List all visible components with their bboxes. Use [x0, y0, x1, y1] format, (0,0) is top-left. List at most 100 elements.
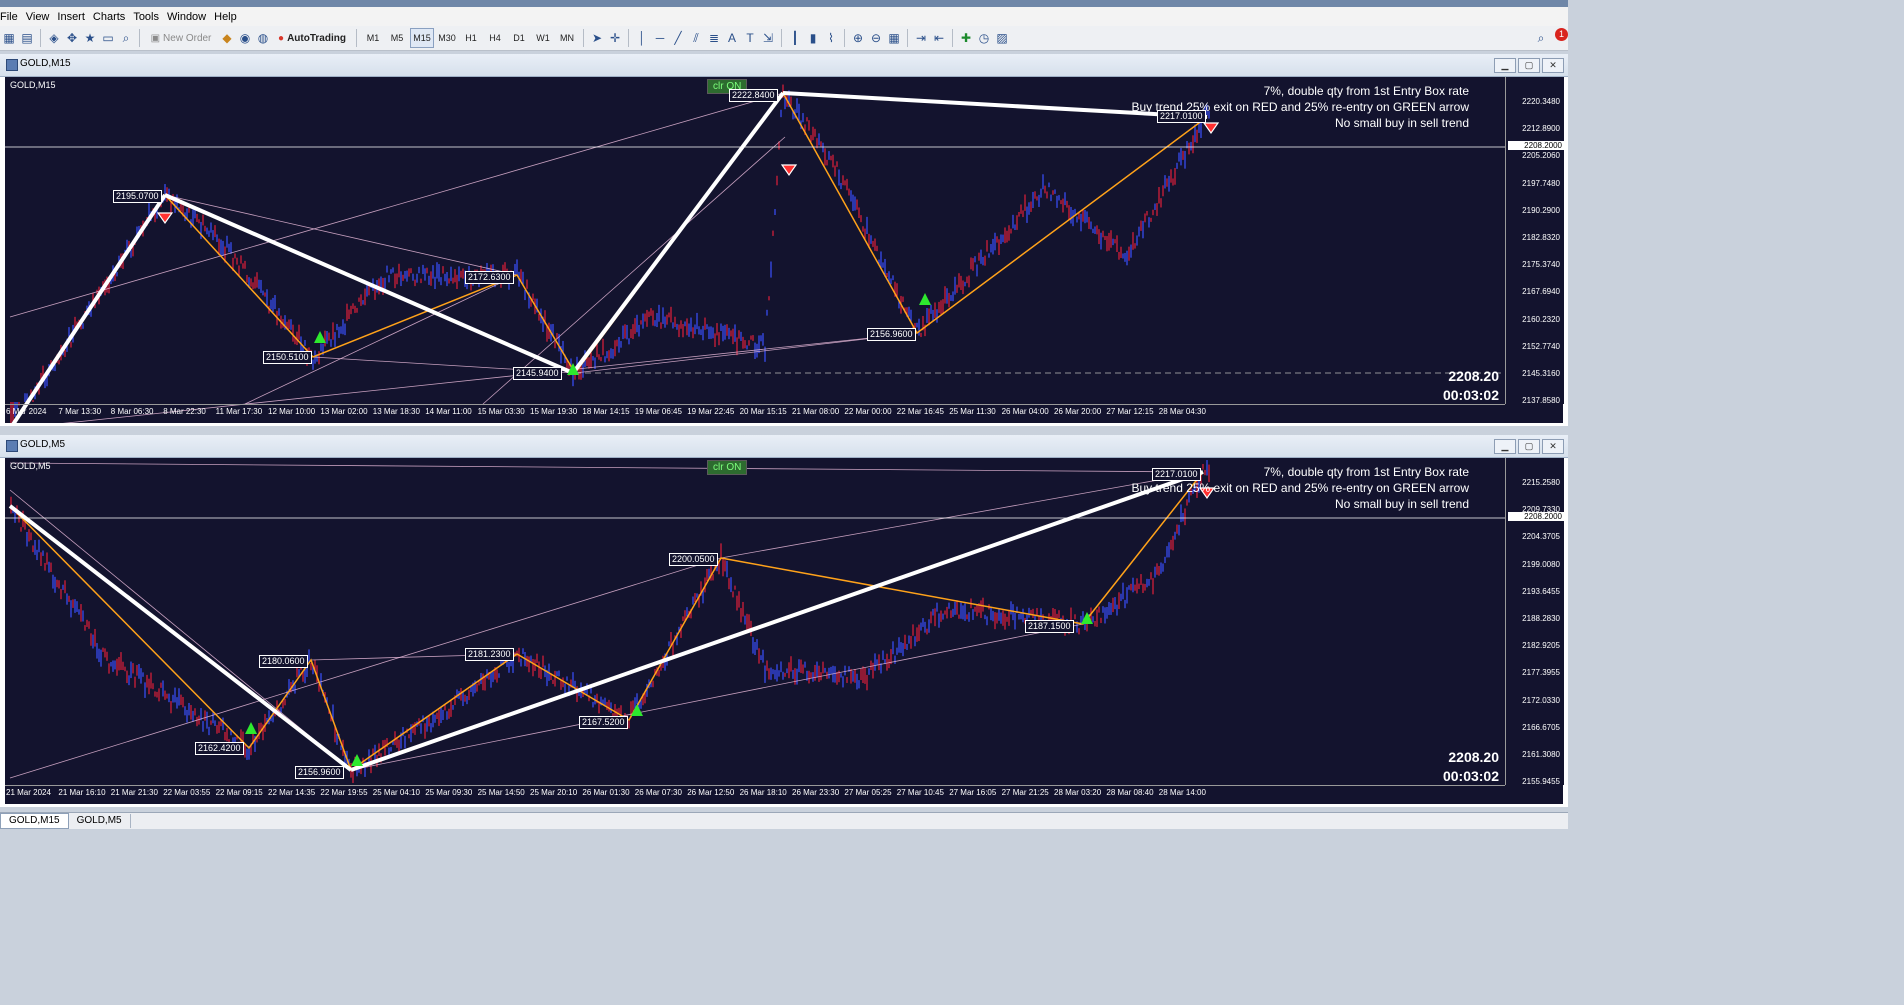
price-chart-m15[interactable]: GOLD,M15 clr ON 7%, double qty from 1st … [5, 77, 1564, 424]
vertical-line-icon[interactable]: │ [633, 29, 651, 47]
bar-chart-icon[interactable]: ┃ [786, 29, 804, 47]
text-label-icon[interactable]: T [741, 29, 759, 47]
minimize-button[interactable]: ▁ [1494, 58, 1516, 73]
trend-line [8, 504, 353, 772]
text-icon[interactable]: A [723, 29, 741, 47]
chart-shift-icon[interactable]: ⇤ [930, 29, 948, 47]
timeframe-m5[interactable]: M5 [386, 29, 408, 47]
market-watch-icon[interactable]: ◈ [45, 29, 63, 47]
buy-arrow [351, 754, 363, 766]
crosshair-icon[interactable]: ✛ [606, 29, 624, 47]
menu-window[interactable]: Window [167, 11, 214, 23]
tile-windows-icon[interactable]: ▦ [885, 29, 903, 47]
horizontal-line-icon[interactable]: ─ [651, 29, 669, 47]
price-tick-label: 2212.8900 [1522, 124, 1560, 134]
indicators-icon[interactable]: ✚ [957, 29, 975, 47]
time-axis[interactable]: 6 Mar 2024 7 Mar 13:30 8 Mar 06:30 8 Mar 22… [5, 404, 1505, 424]
swing-price-label: 2156.9600 [867, 328, 916, 341]
menu-insert[interactable]: Insert [57, 11, 93, 23]
price-tick-label: 2152.7740 [1522, 341, 1560, 351]
candlestick-icon[interactable]: ▮ [804, 29, 822, 47]
templates-icon[interactable]: ▨ [993, 29, 1011, 47]
time-axis[interactable]: 21 Mar 2024 21 Mar 16:10 21 Mar 21:30 22 Ma… [5, 785, 1505, 805]
maximize-button[interactable]: ▢ [1518, 58, 1540, 73]
clr-toggle-button[interactable]: clr ON [707, 460, 748, 475]
time-tick-label: 13 Mar 02:00 [320, 407, 368, 416]
shapes-icon[interactable]: ⇲ [759, 29, 777, 47]
price-tick-label: 2172.0330 [1522, 695, 1560, 705]
price-tick-label: 2215.2580 [1522, 478, 1560, 487]
tab-gold-m5[interactable]: GOLD,M5 [69, 814, 131, 828]
toolbar-separator [628, 29, 629, 47]
line-chart-icon[interactable]: ⌇ [822, 29, 840, 47]
menu-charts[interactable]: Charts [93, 11, 133, 23]
time-tick-label: 22 Mar 14:35 [268, 788, 316, 797]
price-chart-m5[interactable]: GOLD,M5 clr ON 7%, double qty from 1st E… [5, 458, 1564, 805]
timeframe-m1[interactable]: M1 [362, 29, 384, 47]
time-tick-label: 22 Mar 00:00 [844, 407, 892, 416]
autotrading-button[interactable]: ● AutoTrading [273, 29, 351, 47]
data-window-icon[interactable]: ✥ [63, 29, 81, 47]
chart-window-title-bar[interactable]: GOLD,M5 ▁ ▢ ✕ [0, 435, 1568, 458]
price-tick-label: 2182.9205 [1522, 641, 1560, 651]
close-button[interactable]: ✕ [1542, 439, 1564, 454]
symbol-label: GOLD,M5 [10, 461, 51, 471]
profiles-icon[interactable]: ▤ [18, 29, 36, 47]
swing-price-label: 2187.1500 [1025, 620, 1074, 633]
new-chart-icon[interactable]: ▦ [0, 29, 18, 47]
autotrading-label: AutoTrading [287, 32, 346, 44]
swing-price-label: 2145.9400 [513, 367, 562, 380]
chart-window-title-bar[interactable]: GOLD,M15 ▁ ▢ ✕ [0, 54, 1568, 77]
timeframe-mn[interactable]: MN [556, 29, 578, 47]
timeframe-m15[interactable]: M15 [410, 28, 434, 48]
search-icon[interactable]: ⌕ [1532, 29, 1550, 47]
market-icon[interactable]: ◍ [254, 29, 272, 47]
cursor-icon[interactable]: ➤ [588, 29, 606, 47]
notification-badge: 1 [1555, 28, 1568, 41]
close-button[interactable]: ✕ [1542, 58, 1564, 73]
zoom-out-icon[interactable]: ⊖ [867, 29, 885, 47]
menu-tools[interactable]: Tools [133, 11, 167, 23]
time-tick-label: 20 Mar 15:15 [739, 407, 787, 416]
timeframe-d1[interactable]: D1 [508, 29, 530, 47]
price-axis[interactable]: 2220.3480 2212.8900 2205.2060 2197.7480 2190… [1505, 77, 1564, 405]
time-tick-label: 21 Mar 21:30 [110, 788, 158, 797]
time-tick-label: 25 Mar 09:30 [425, 788, 473, 797]
toolbar-separator [907, 29, 908, 47]
time-tick-label: 21 Mar 08:00 [792, 407, 840, 416]
trendline-icon[interactable]: ╱ [669, 29, 687, 47]
timeframe-m30[interactable]: M30 [436, 29, 458, 47]
time-tick-label: 8 Mar 06:30 [110, 407, 154, 416]
zoom-in-icon[interactable]: ⊕ [849, 29, 867, 47]
periods-icon[interactable]: ◷ [975, 29, 993, 47]
timeframe-h1[interactable]: H1 [460, 29, 482, 47]
new-order-button[interactable]: ▣ New Order [145, 29, 217, 47]
fibonacci-icon[interactable]: ≣ [705, 29, 723, 47]
bar-timer-text: 00:03:02 [1442, 768, 1499, 784]
strategy-note-line: No small buy in sell trend [1334, 497, 1469, 511]
minimize-button[interactable]: ▁ [1494, 439, 1516, 454]
auto-scroll-icon[interactable]: ⇥ [912, 29, 930, 47]
swing-price-label: 2195.0700 [113, 190, 162, 203]
price-tick-label: 2175.3740 [1522, 260, 1560, 270]
strategy-tester-icon[interactable]: ⌕ [117, 29, 135, 47]
menu-help[interactable]: Help [214, 11, 245, 23]
channel-icon[interactable]: ⫽ [687, 29, 705, 47]
tab-gold-m15[interactable]: GOLD,M15 [0, 813, 69, 829]
swing-price-label: 2217.0100 [1157, 110, 1206, 123]
price-tick-label: 2190.2900 [1522, 205, 1560, 215]
timeframe-w1[interactable]: W1 [532, 29, 554, 47]
signals-icon[interactable]: ◉ [236, 29, 254, 47]
terminal-icon[interactable]: ▭ [99, 29, 117, 47]
metaeditor-icon[interactable]: ◆ [218, 29, 236, 47]
menu-file[interactable]: File [0, 11, 26, 23]
navigator-icon[interactable]: ★ [81, 29, 99, 47]
toolbar-separator [583, 29, 584, 47]
price-axis[interactable]: 2215.2580 2209.7330 2204.3705 2199.0080 2193… [1505, 458, 1564, 786]
notification-icon[interactable]: 1 [1550, 28, 1568, 47]
time-tick-label: 27 Mar 21:25 [1001, 788, 1049, 797]
menu-view[interactable]: View [26, 11, 58, 23]
maximize-button[interactable]: ▢ [1518, 439, 1540, 454]
timeframe-h4[interactable]: H4 [484, 29, 506, 47]
chart-window-m15: GOLD,M15 ▁ ▢ ✕ GOLD,M15 clr ON 7%, doubl… [0, 54, 1568, 426]
